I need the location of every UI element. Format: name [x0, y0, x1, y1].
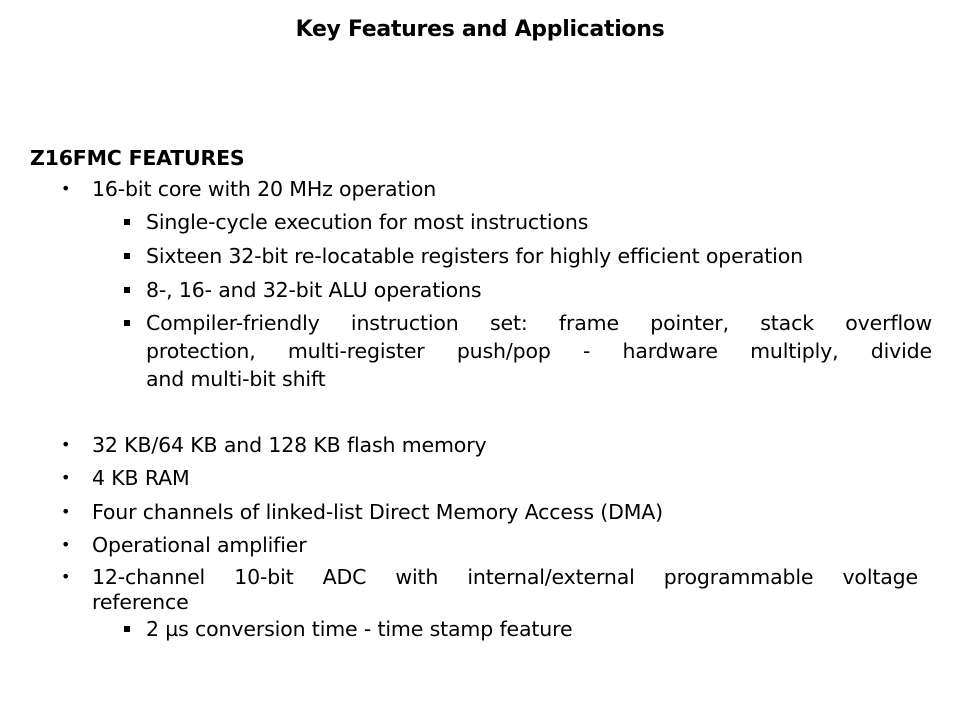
list-item-text: 12-channel 10-bit ADC with internal/exte…: [92, 565, 918, 589]
sub-list-item-line: protection, multi-register push/pop - ha…: [146, 338, 932, 364]
list-item: 16-bit core with 20 MHz operation: [92, 177, 437, 201]
list-item: Four channels of linked-list Direct Memo…: [92, 500, 664, 524]
sub-list-item-line: and multi-bit shift: [146, 367, 326, 391]
sub-list-item: Single-cycle execution for most instruct…: [146, 210, 589, 234]
sub-list-item: Sixteen 32-bit re-locatable registers fo…: [146, 244, 803, 268]
bullet-dot-icon: •: [61, 435, 71, 454]
bullet-square-icon: [124, 253, 130, 259]
bullet-square-icon: [124, 287, 130, 293]
bullet-dot-icon: •: [61, 567, 71, 586]
slide-title: Key Features and Applications: [295, 17, 665, 42]
bullet-dot-icon: •: [61, 468, 71, 487]
bullet-square-icon: [124, 219, 130, 225]
bullet-dot-icon: •: [61, 179, 71, 198]
sub-list-item-line: Compiler-friendly instruction set: frame…: [146, 310, 932, 336]
sub-list-item-text: Compiler-friendly instruction set: frame…: [146, 311, 932, 335]
list-item-line: reference: [92, 590, 189, 614]
sub-list-item: 8-, 16- and 32-bit ALU operations: [146, 278, 482, 302]
bullet-dot-icon: •: [61, 535, 71, 554]
sub-list-item-text: protection, multi-register push/pop - ha…: [146, 339, 932, 363]
sub-list-item: 2 µs conversion time - time stamp featur…: [146, 617, 573, 641]
list-item: Operational amplifier: [92, 533, 307, 557]
list-item-line: 12-channel 10-bit ADC with internal/exte…: [92, 564, 918, 590]
section-heading: Z16FMC FEATURES: [30, 146, 245, 170]
bullet-square-icon: [124, 626, 130, 632]
list-item: 4 KB RAM: [92, 466, 190, 490]
bullet-square-icon: [124, 320, 130, 326]
list-item: 32 KB/64 KB and 128 KB flash memory: [92, 433, 487, 457]
bullet-dot-icon: •: [61, 502, 71, 521]
